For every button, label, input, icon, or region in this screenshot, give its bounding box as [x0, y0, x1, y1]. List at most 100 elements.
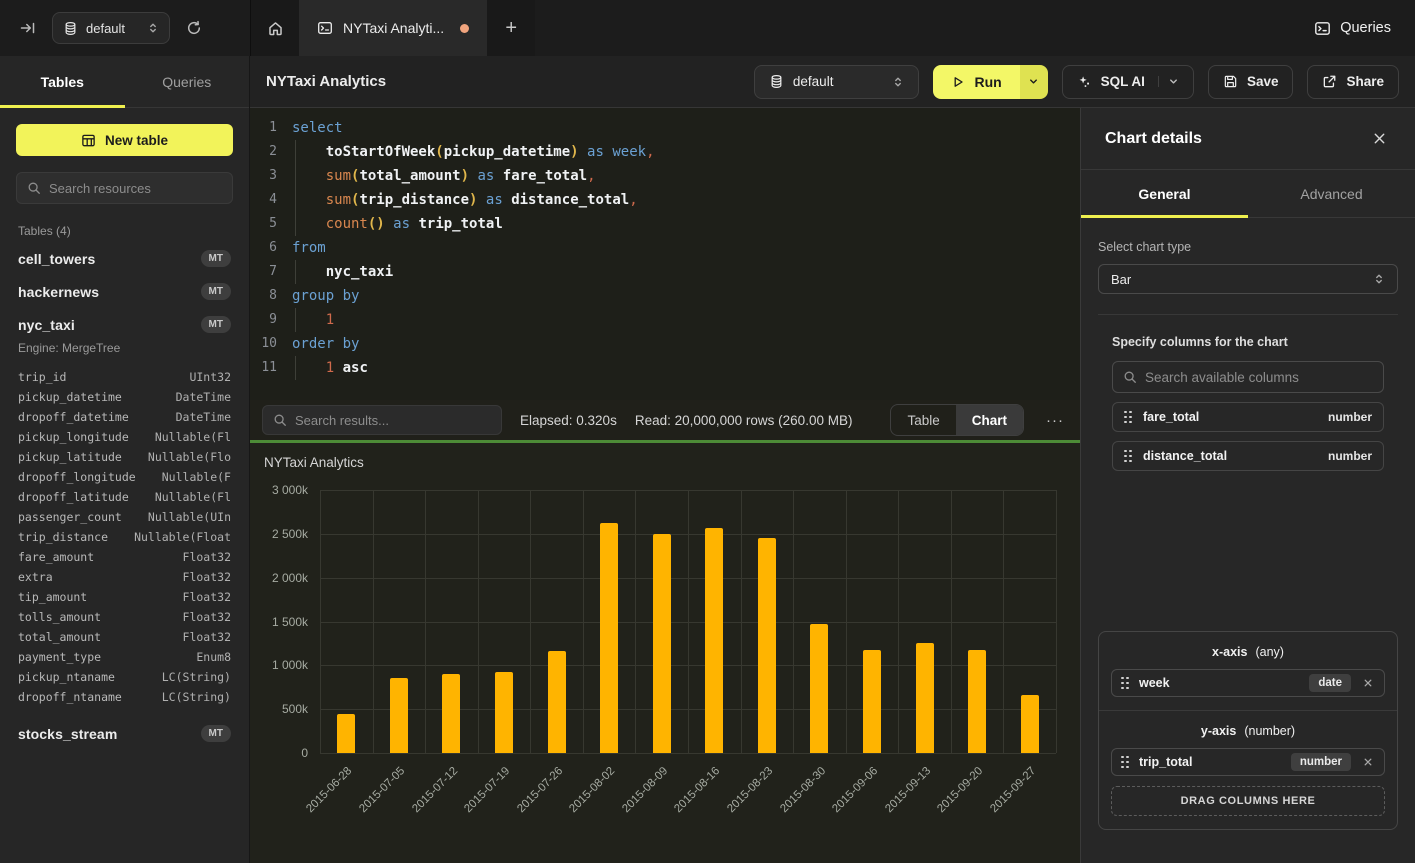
tab-general[interactable]: General — [1081, 170, 1248, 217]
gridline — [1056, 490, 1057, 753]
y-axis-label: 2 500k — [250, 527, 308, 541]
database-icon — [63, 21, 78, 36]
chevron-updown-icon — [1373, 273, 1385, 285]
bar[interactable] — [916, 643, 934, 754]
column-row: trip_idUInt32 — [16, 367, 233, 387]
view-toggle-chart[interactable]: Chart — [956, 405, 1023, 435]
query-title: NYTaxi Analytics — [266, 73, 386, 90]
query-toolbar: NYTaxi Analytics default Run SQL AI — [250, 56, 1415, 108]
y-axis-label: 1 000k — [250, 658, 308, 672]
query-database-selector[interactable]: default — [754, 65, 920, 99]
gridline — [478, 490, 479, 753]
tab-nytaxi-analytics[interactable]: NYTaxi Analyti... — [299, 0, 487, 56]
bar[interactable] — [1021, 695, 1039, 753]
available-column-distance_total[interactable]: distance_totalnumber — [1112, 441, 1384, 471]
chart-type-select[interactable]: Bar — [1098, 264, 1398, 294]
queries-button[interactable]: Queries — [1290, 0, 1415, 56]
bar[interactable] — [600, 523, 618, 753]
bar[interactable] — [495, 672, 513, 754]
view-toggle-table[interactable]: Table — [891, 405, 955, 435]
chart-details-body: Select chart type Bar Specify columns fo… — [1081, 218, 1415, 493]
close-panel-button[interactable] — [1368, 127, 1391, 150]
topbar-spacer — [535, 0, 1290, 56]
gridline — [898, 490, 899, 753]
x-axis-label: 2015-08-02 — [568, 765, 618, 815]
table-name: hackernews — [18, 284, 99, 300]
bar[interactable] — [968, 650, 986, 753]
column-name: pickup_datetime — [18, 387, 122, 407]
bar[interactable] — [442, 674, 460, 753]
sidebar-tab-tables[interactable]: Tables — [0, 56, 125, 107]
bar[interactable] — [810, 624, 828, 753]
line-number: 4 — [250, 188, 292, 212]
bar[interactable] — [863, 650, 881, 753]
code-line: 4 sum(trip_distance) as distance_total, — [250, 188, 1080, 212]
line-number: 3 — [250, 164, 292, 188]
column-type: LC(String) — [162, 687, 231, 707]
column-name: pickup_ntaname — [18, 667, 115, 687]
column-type: Float32 — [183, 627, 231, 647]
remove-y-axis-column-button[interactable] — [1361, 755, 1375, 769]
search-icon — [1123, 370, 1137, 384]
drag-handle-icon[interactable] — [1124, 450, 1132, 463]
bar[interactable] — [758, 538, 776, 753]
column-name: extra — [18, 567, 53, 587]
column-row: pickup_ntanameLC(String) — [16, 667, 233, 687]
new-tab-button[interactable]: + — [487, 0, 535, 56]
code-line: 6from — [250, 236, 1080, 260]
drop-zone[interactable]: DRAG COLUMNS HERE — [1111, 786, 1385, 816]
home-button[interactable] — [251, 0, 299, 56]
run-button-group: Run — [933, 65, 1047, 99]
save-button[interactable]: Save — [1208, 65, 1294, 99]
tab-advanced[interactable]: Advanced — [1248, 170, 1415, 217]
table-row[interactable]: stocks_streamMT — [16, 717, 233, 750]
line-number: 10 — [250, 332, 292, 356]
column-row: pickup_longitudeNullable(Fl — [16, 427, 233, 447]
column-row: pickup_datetimeDateTime — [16, 387, 233, 407]
bar[interactable] — [653, 534, 671, 753]
drag-handle-icon[interactable] — [1124, 411, 1132, 424]
x-axis-label: 2015-09-06 — [830, 765, 880, 815]
sidebar-search-input[interactable] — [49, 181, 222, 196]
query-database-value: default — [793, 74, 834, 89]
drag-handle-icon[interactable] — [1121, 677, 1129, 690]
remove-x-axis-column-button[interactable] — [1361, 676, 1375, 690]
y-axis-item-trip-total[interactable]: trip_total number — [1111, 748, 1385, 776]
columns-group: Specify columns for the chart fare_total… — [1098, 335, 1398, 471]
code-line: 10order by — [250, 332, 1080, 356]
gridline — [688, 490, 689, 753]
drag-handle-icon[interactable] — [1121, 756, 1129, 769]
bar[interactable] — [337, 714, 355, 753]
results-more-button[interactable]: ··· — [1042, 412, 1068, 429]
table-row[interactable]: hackernewsMT — [16, 275, 233, 308]
sql-editor[interactable]: 1select2 toStartOfWeek(pickup_datetime) … — [250, 108, 1080, 400]
bar[interactable] — [548, 651, 566, 753]
y-axis-label: 3 000k — [250, 483, 308, 497]
x-axis-label: 2015-06-28 — [305, 765, 355, 815]
tables-list: cell_towersMThackernewsMTnyc_taxiMTEngin… — [16, 242, 233, 750]
new-table-button[interactable]: New table — [16, 124, 233, 156]
share-button[interactable]: Share — [1307, 65, 1399, 99]
table-row[interactable]: cell_towersMT — [16, 242, 233, 275]
bar[interactable] — [390, 678, 408, 753]
sql-ai-button[interactable]: SQL AI — [1062, 65, 1194, 99]
refresh-button[interactable] — [180, 14, 208, 42]
y-axis-section: y-axis(number) trip_total number DRAG CO… — [1099, 710, 1397, 829]
collapse-sidebar-button[interactable] — [14, 14, 42, 42]
results-search-input[interactable] — [295, 413, 491, 428]
column-row: pickup_latitudeNullable(Flo — [16, 447, 233, 467]
table-row[interactable]: nyc_taxiMT — [16, 308, 233, 341]
engine-label: Engine: MergeTree — [16, 341, 233, 363]
columns-search-input[interactable] — [1145, 370, 1373, 385]
sql-ai-options-button[interactable] — [1158, 76, 1179, 87]
run-button[interactable]: Run — [933, 65, 1019, 99]
x-axis-item-week[interactable]: week date — [1111, 669, 1385, 697]
bar[interactable] — [705, 528, 723, 753]
topbar-database-selector[interactable]: default — [52, 12, 170, 44]
column-type: Nullable(Fl — [155, 427, 231, 447]
tabstrip: NYTaxi Analyti... + — [250, 0, 535, 56]
available-column-fare_total[interactable]: fare_totalnumber — [1112, 402, 1384, 432]
run-options-button[interactable] — [1020, 65, 1048, 99]
sparkle-icon — [1077, 74, 1092, 89]
sidebar-tab-queries[interactable]: Queries — [125, 56, 250, 107]
